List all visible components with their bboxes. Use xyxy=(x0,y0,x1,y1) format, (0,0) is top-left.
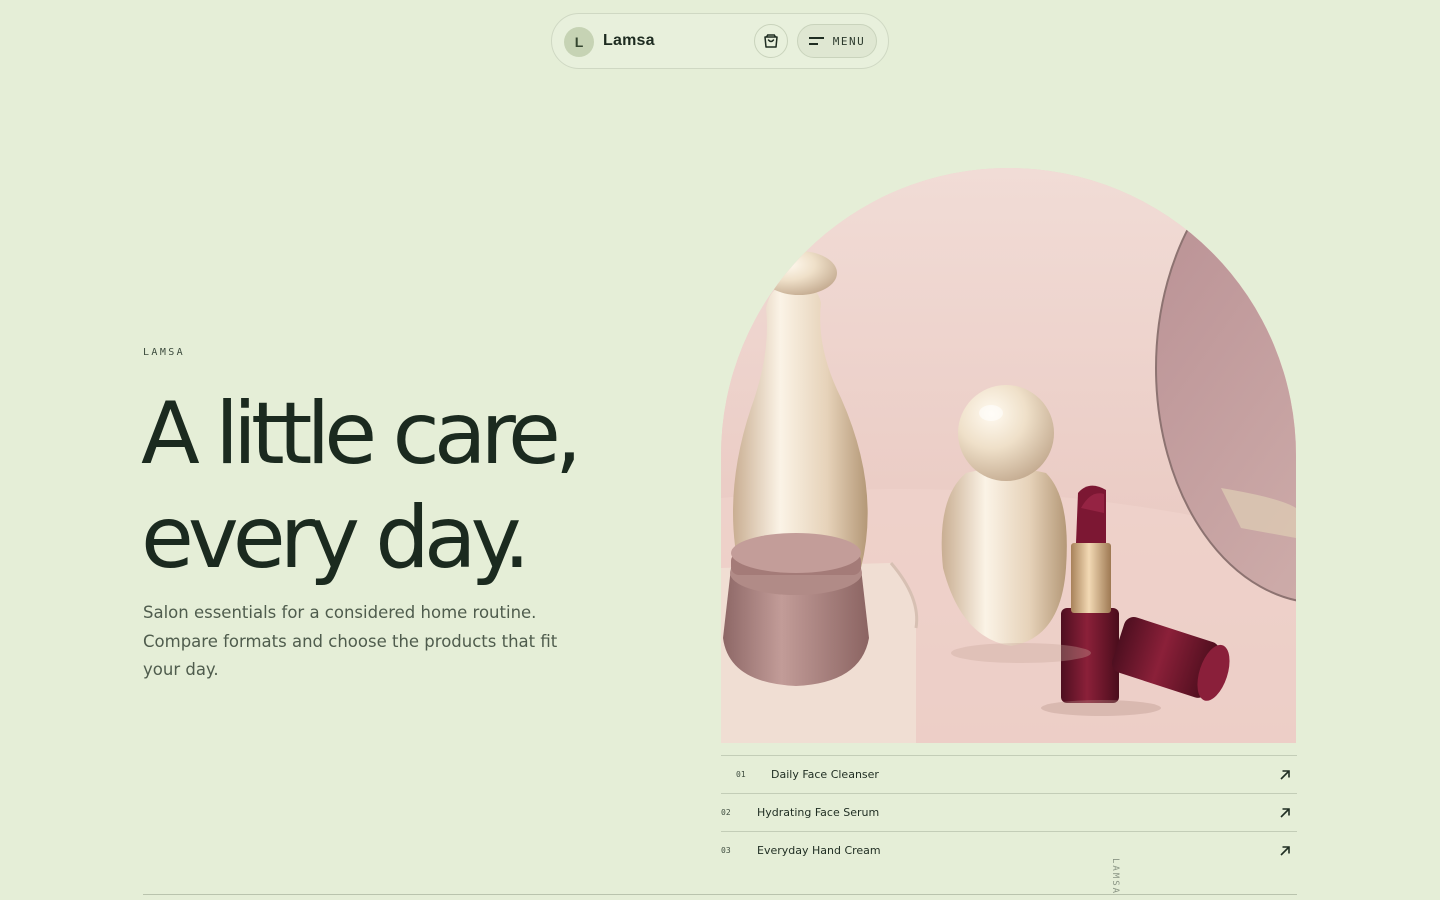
hero-lede: Salon essentials for a considered home r… xyxy=(143,603,558,679)
section-divider xyxy=(143,894,1297,895)
product-number: 02 xyxy=(721,808,731,817)
hero-headline: A little care, every day. xyxy=(141,382,681,590)
product-name: Hydrating Face Serum xyxy=(757,806,880,819)
product-number: 01 xyxy=(736,770,746,779)
product-number: 03 xyxy=(721,846,731,855)
product-row-daily-face-cleanser[interactable]: 01 Daily Face Cleanser xyxy=(721,755,1297,793)
menu-lines-icon xyxy=(808,37,824,45)
arrow-up-right-icon xyxy=(1280,770,1290,780)
hero-product-image xyxy=(721,168,1296,743)
cart-button[interactable] xyxy=(754,24,788,58)
arrow-up-right-icon xyxy=(1280,846,1290,856)
headline-line-1: A little care, xyxy=(141,384,582,484)
menu-button[interactable]: MENU xyxy=(797,24,877,58)
vertical-brand-label: LAMSA xyxy=(1110,858,1120,896)
product-name: Everyday Hand Cream xyxy=(757,844,881,857)
product-name: Daily Face Cleanser xyxy=(771,768,879,781)
brand-name[interactable]: Lamsa xyxy=(603,32,655,50)
shopping-bag-icon xyxy=(764,34,778,48)
product-row-everyday-hand-cream[interactable]: 03 Everyday Hand Cream xyxy=(721,831,1297,869)
brand-logo[interactable]: L xyxy=(564,27,594,57)
product-list: 01 Daily Face Cleanser 02 Hydrating Face… xyxy=(721,755,1297,869)
top-nav: L Lamsa MENU xyxy=(551,13,889,69)
headline-line-2: every day. xyxy=(141,488,531,588)
arrow-up-right-icon xyxy=(1280,808,1290,818)
product-row-hydrating-face-serum[interactable]: 02 Hydrating Face Serum xyxy=(721,793,1297,831)
hero-eyebrow: LAMSA xyxy=(143,347,186,358)
menu-label: MENU xyxy=(832,34,866,48)
